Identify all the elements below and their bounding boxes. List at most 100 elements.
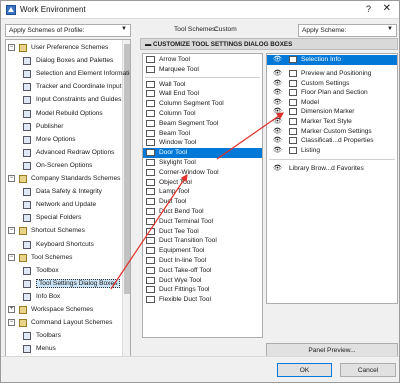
tree-item[interactable]: Input Constraints and Guides	[6, 95, 124, 106]
panel-list[interactable]: 👁 Selection Info 👁 Preview and Positioning 👁…	[266, 53, 398, 304]
eye-icon[interactable]: 👁	[273, 146, 282, 154]
eye-icon[interactable]: 👁	[273, 69, 282, 77]
tool-list-item[interactable]: Arrow Tool	[143, 55, 262, 65]
tree-item[interactable]: Menus	[6, 344, 124, 355]
cancel-button[interactable]: Cancel	[340, 363, 396, 377]
tree-item[interactable]: Network and Update	[6, 200, 124, 211]
tool-list-item[interactable]: Duct In-line Tool	[143, 256, 262, 266]
tool-list-item[interactable]: Corner-Window Tool	[143, 168, 262, 178]
eye-icon[interactable]: 👁	[273, 117, 282, 125]
panel-list-item[interactable]: 👁 Listing	[267, 146, 397, 156]
page-icon	[23, 161, 31, 170]
tool-list-item[interactable]: Skylight Tool	[143, 158, 262, 168]
eye-icon[interactable]: 👁	[273, 107, 282, 115]
eye-icon[interactable]: 👁	[273, 88, 282, 96]
tree-item[interactable]: Model Rebuild Options	[6, 109, 124, 120]
tool-icon	[146, 168, 155, 176]
tree-item[interactable]: Tool Settings Dialog Boxes	[6, 278, 124, 290]
eye-icon[interactable]: 👁	[273, 164, 282, 172]
tree-item[interactable]: − Shortcut Schemes	[6, 226, 124, 237]
tool-list-item[interactable]: Door Tool	[143, 148, 262, 158]
tool-list-item[interactable]: Wall Tool	[143, 80, 262, 90]
tree-item[interactable]: Toolbox	[6, 266, 124, 277]
tool-list-item[interactable]: Beam Tool	[143, 129, 262, 139]
panel-list-item[interactable]: 👁 Preview and Positioning	[267, 69, 397, 79]
scheme-tree[interactable]: − User Preference Schemes Dialog Boxes and…	[5, 39, 131, 357]
tool-list-item[interactable]: Duct Tee Tool	[143, 227, 262, 237]
collapse-icon[interactable]: −	[8, 44, 15, 51]
tool-list-item[interactable]: Duct Take-off Tool	[143, 266, 262, 276]
tool-list-item[interactable]: Column Segment Tool	[143, 99, 262, 109]
ok-button[interactable]: OK	[277, 363, 332, 377]
tool-list-item[interactable]: Duct Tool	[143, 197, 262, 207]
tool-list[interactable]: Arrow Tool Marquee Tool Wall Tool Wall End …	[142, 53, 263, 338]
tree-item[interactable]: Tracker and Coordinate Input	[6, 82, 124, 93]
panel-list-item[interactable]: 👁 Floor Plan and Section	[267, 88, 397, 98]
tree-item[interactable]: More Options	[6, 135, 124, 146]
collapse-icon[interactable]: −	[8, 175, 15, 182]
panel-list-item[interactable]: 👁 Dimension Marker	[267, 107, 397, 117]
tool-list-item[interactable]: Duct Fittings Tool	[143, 285, 262, 295]
panel-preview-button[interactable]: Panel Preview...	[266, 343, 398, 357]
expand-icon[interactable]: +	[8, 306, 15, 313]
panel-list-item[interactable]: 👁 Custom Settings	[267, 79, 397, 89]
tool-list-item-label: Equipment Tool	[159, 247, 205, 255]
tool-list-item-label: Object Tool	[159, 178, 192, 186]
panel-list-item[interactable]: 👁 Selection Info	[267, 55, 397, 65]
tree-item[interactable]: Advanced Redraw Options	[6, 148, 124, 159]
tool-list-item[interactable]: Beam Segment Tool	[143, 119, 262, 129]
tree-item[interactable]: Keyboard Shortcuts	[6, 240, 124, 251]
collapse-icon[interactable]: −	[8, 227, 15, 235]
eye-icon[interactable]: 👁	[273, 127, 282, 135]
profile-dropdown[interactable]: Apply Schemes of Profile: ▼	[5, 24, 131, 37]
tool-list-item-label: Duct Fittings Tool	[159, 286, 210, 294]
tree-item[interactable]: − User Preference Schemes	[6, 43, 124, 54]
tool-list-item[interactable]: Lamp Tool	[143, 187, 262, 197]
tree-item[interactable]: Dialog Boxes and Palettes	[6, 56, 124, 67]
eye-icon[interactable]: 👁	[273, 98, 282, 106]
collapse-icon[interactable]: −	[8, 253, 15, 261]
tool-icon	[146, 178, 155, 186]
tool-list-item[interactable]: Flexible Duct Tool	[143, 295, 262, 305]
apply-scheme-dropdown[interactable]: Apply Scheme: ▼	[298, 24, 397, 37]
customize-panel: ▬ CUSTOMIZE TOOL SETTINGS DIALOG BOXES A…	[140, 38, 398, 357]
tool-list-item[interactable]: Marquee Tool	[143, 65, 262, 75]
tree-item[interactable]: + Workspace Schemes	[6, 305, 124, 316]
tool-list-item[interactable]: Column Tool	[143, 109, 262, 119]
tree-item[interactable]: − Tool Schemes	[6, 253, 124, 264]
tree-item[interactable]: Info Box	[6, 292, 124, 303]
tool-icon	[146, 227, 155, 235]
collapse-icon[interactable]: −	[8, 319, 15, 327]
tree-item[interactable]: On-Screen Options	[6, 161, 124, 172]
panel-list-item[interactable]: 👁 Marker Custom Settings	[267, 127, 397, 137]
tree-item[interactable]: Selection and Element Information	[6, 69, 130, 80]
title-bar: Work Environment ? ✕	[1, 1, 399, 19]
tree-item[interactable]: Toolbars	[6, 331, 124, 342]
eye-icon[interactable]: 👁	[273, 79, 282, 87]
panel-icon	[289, 108, 297, 116]
tool-list-item[interactable]: Duct Bend Tool	[143, 207, 262, 217]
eye-icon[interactable]: 👁	[273, 136, 282, 144]
page-icon	[23, 201, 31, 210]
close-button[interactable]: ✕	[383, 3, 391, 14]
tool-list-item[interactable]: Wall End Tool	[143, 89, 262, 99]
tool-list-item[interactable]: Window Tool	[143, 138, 262, 148]
tool-list-item[interactable]: Duct Transition Tool	[143, 236, 262, 246]
tree-item[interactable]: − Command Layout Schemes	[6, 318, 124, 329]
panel-list-item[interactable]: 👁 Model	[267, 98, 397, 108]
panel-list-item[interactable]: 👁 Marker Text Style	[267, 117, 397, 127]
tree-item[interactable]: Publisher	[6, 122, 124, 133]
tree-scrollbar-thumb[interactable]	[124, 44, 130, 294]
tool-list-item[interactable]: Equipment Tool	[143, 246, 262, 256]
help-button[interactable]: ?	[366, 4, 371, 14]
tree-item[interactable]: Special Folders	[6, 213, 124, 224]
tree-item[interactable]: − Company Standards Schemes	[6, 174, 124, 185]
library-browser-row[interactable]: 👁 Library Brow...d Favorites	[267, 164, 397, 174]
tool-list-item[interactable]: Object Tool	[143, 178, 262, 188]
collapse-icon[interactable]: ▬	[145, 41, 153, 48]
tree-item[interactable]: Data Safety & Integrity	[6, 187, 124, 198]
tool-list-item[interactable]: Duct Terminal Tool	[143, 217, 262, 227]
eye-icon[interactable]: 👁	[273, 55, 282, 63]
panel-list-item[interactable]: 👁 Classificati...d Properties	[267, 136, 397, 146]
tool-list-item[interactable]: Duct Wye Tool	[143, 276, 262, 286]
